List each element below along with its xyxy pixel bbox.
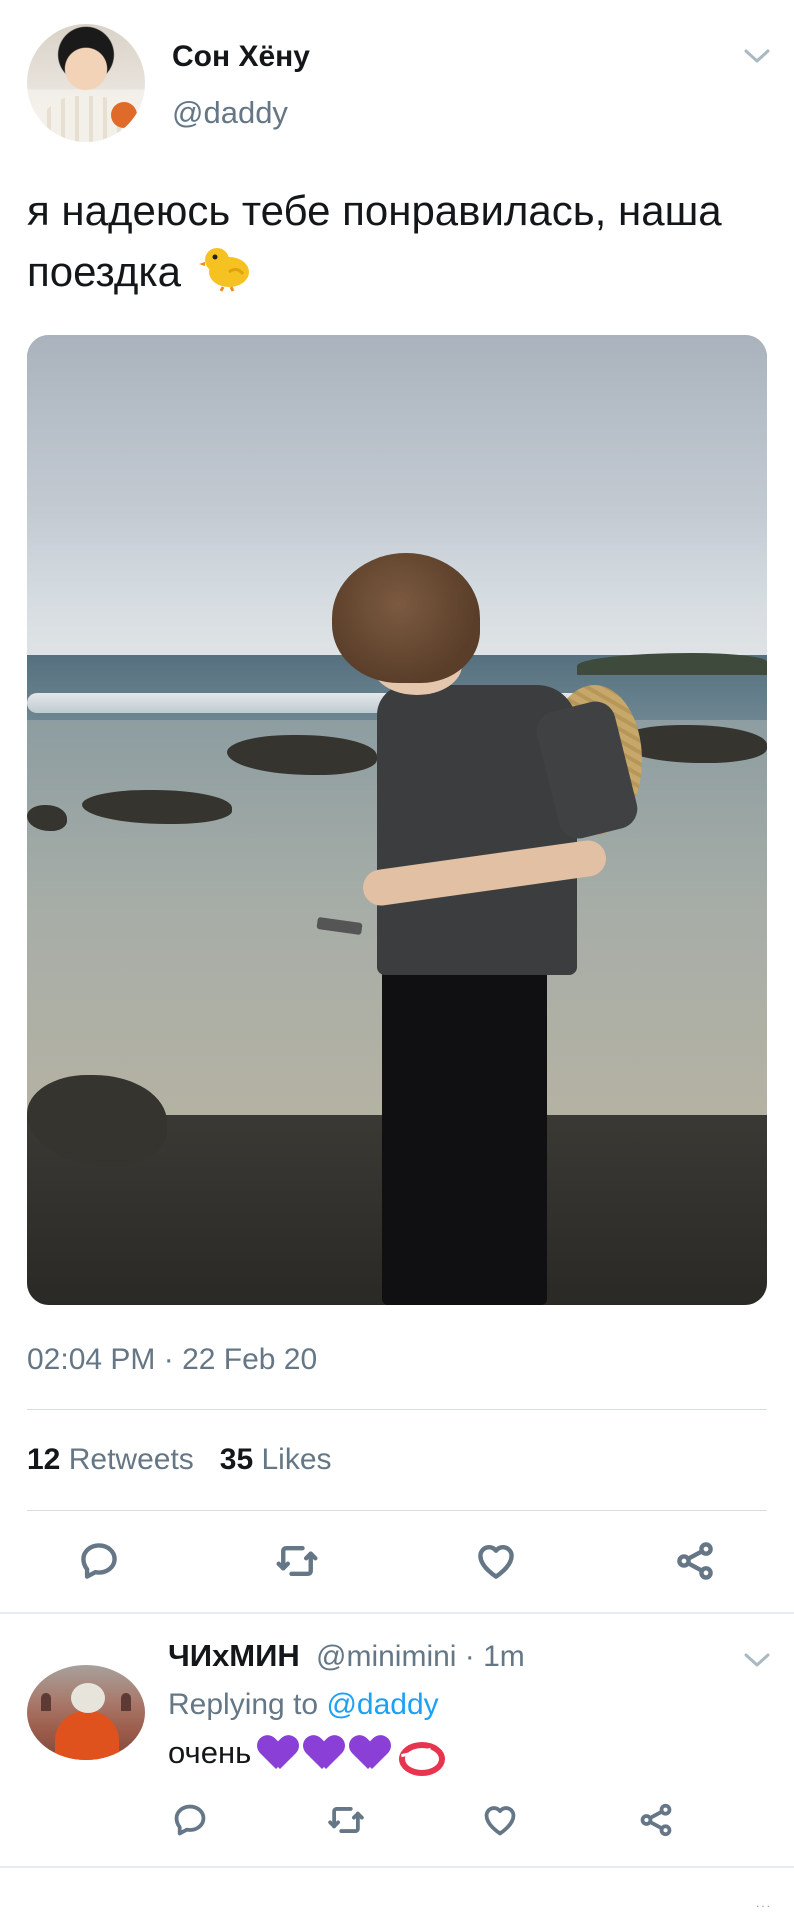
divider <box>27 1510 767 1511</box>
reply-text: очень <box>168 1735 446 1776</box>
like-icon[interactable] <box>472 1537 520 1585</box>
tweet-timestamp[interactable]: 02:04 PM · 22 Feb 20 <box>27 1343 317 1377</box>
retweet-icon[interactable] <box>273 1537 321 1585</box>
purple-heart-icon <box>305 1736 343 1770</box>
purple-heart-icon <box>351 1736 389 1770</box>
chick-emoji-icon <box>198 242 255 308</box>
replying-prefix: Replying to <box>168 1688 319 1721</box>
reply-body: очень <box>168 1735 252 1770</box>
share-icon[interactable] <box>671 1537 719 1585</box>
photo-person-legs <box>382 970 547 1305</box>
reply-author-name[interactable]: ЧИхМИН <box>168 1638 300 1674</box>
purple-heart-icon <box>259 1736 297 1770</box>
avatar-hair <box>71 1683 105 1713</box>
section-divider <box>0 1612 794 1614</box>
share-icon[interactable] <box>632 1796 680 1844</box>
retweets-label: Retweets <box>68 1443 194 1476</box>
reply-avatar[interactable] <box>27 1665 145 1760</box>
chevron-down-icon[interactable] <box>744 44 770 70</box>
retweets-stat[interactable]: 12 Retweets <box>27 1443 194 1477</box>
like-icon[interactable] <box>476 1796 524 1844</box>
author-avatar[interactable] <box>27 24 145 142</box>
avatar-flower <box>111 102 137 128</box>
tweet-text: я надеюсь тебе понравилась, наша поездка <box>27 180 767 308</box>
likes-count: 35 <box>219 1443 254 1476</box>
chevron-down-icon[interactable] <box>744 1648 770 1674</box>
section-divider <box>0 1866 794 1868</box>
more-indicator: ... <box>756 1896 773 1910</box>
retweet-icon[interactable] <box>322 1796 370 1844</box>
tweet-photo[interactable] <box>27 335 767 1305</box>
photo-person-hair <box>332 553 480 683</box>
likes-label: Likes <box>261 1443 332 1476</box>
likes-stat[interactable]: 35 Likes <box>220 1443 332 1477</box>
reply-icon[interactable] <box>166 1796 214 1844</box>
author-name[interactable]: Сон Хёну <box>172 40 310 74</box>
replying-mention[interactable]: @daddy <box>326 1688 438 1721</box>
tweet-stats: 12 Retweets 35 Likes <box>27 1443 332 1477</box>
avatar-window <box>41 1693 51 1711</box>
retweets-count: 12 <box>27 1443 61 1476</box>
avatar-window <box>121 1693 131 1711</box>
avatar-coat <box>55 1711 119 1760</box>
tweet-body: я надеюсь тебе понравилась, наша поездка <box>27 187 722 295</box>
reply-author-meta[interactable]: @minimini · 1m <box>316 1640 525 1674</box>
author-handle[interactable]: @daddy <box>172 95 288 131</box>
kiss-mark-icon <box>397 1738 446 1776</box>
divider <box>27 1409 767 1410</box>
replying-to: Replying to @daddy <box>168 1688 439 1722</box>
reply-icon[interactable] <box>75 1537 123 1585</box>
